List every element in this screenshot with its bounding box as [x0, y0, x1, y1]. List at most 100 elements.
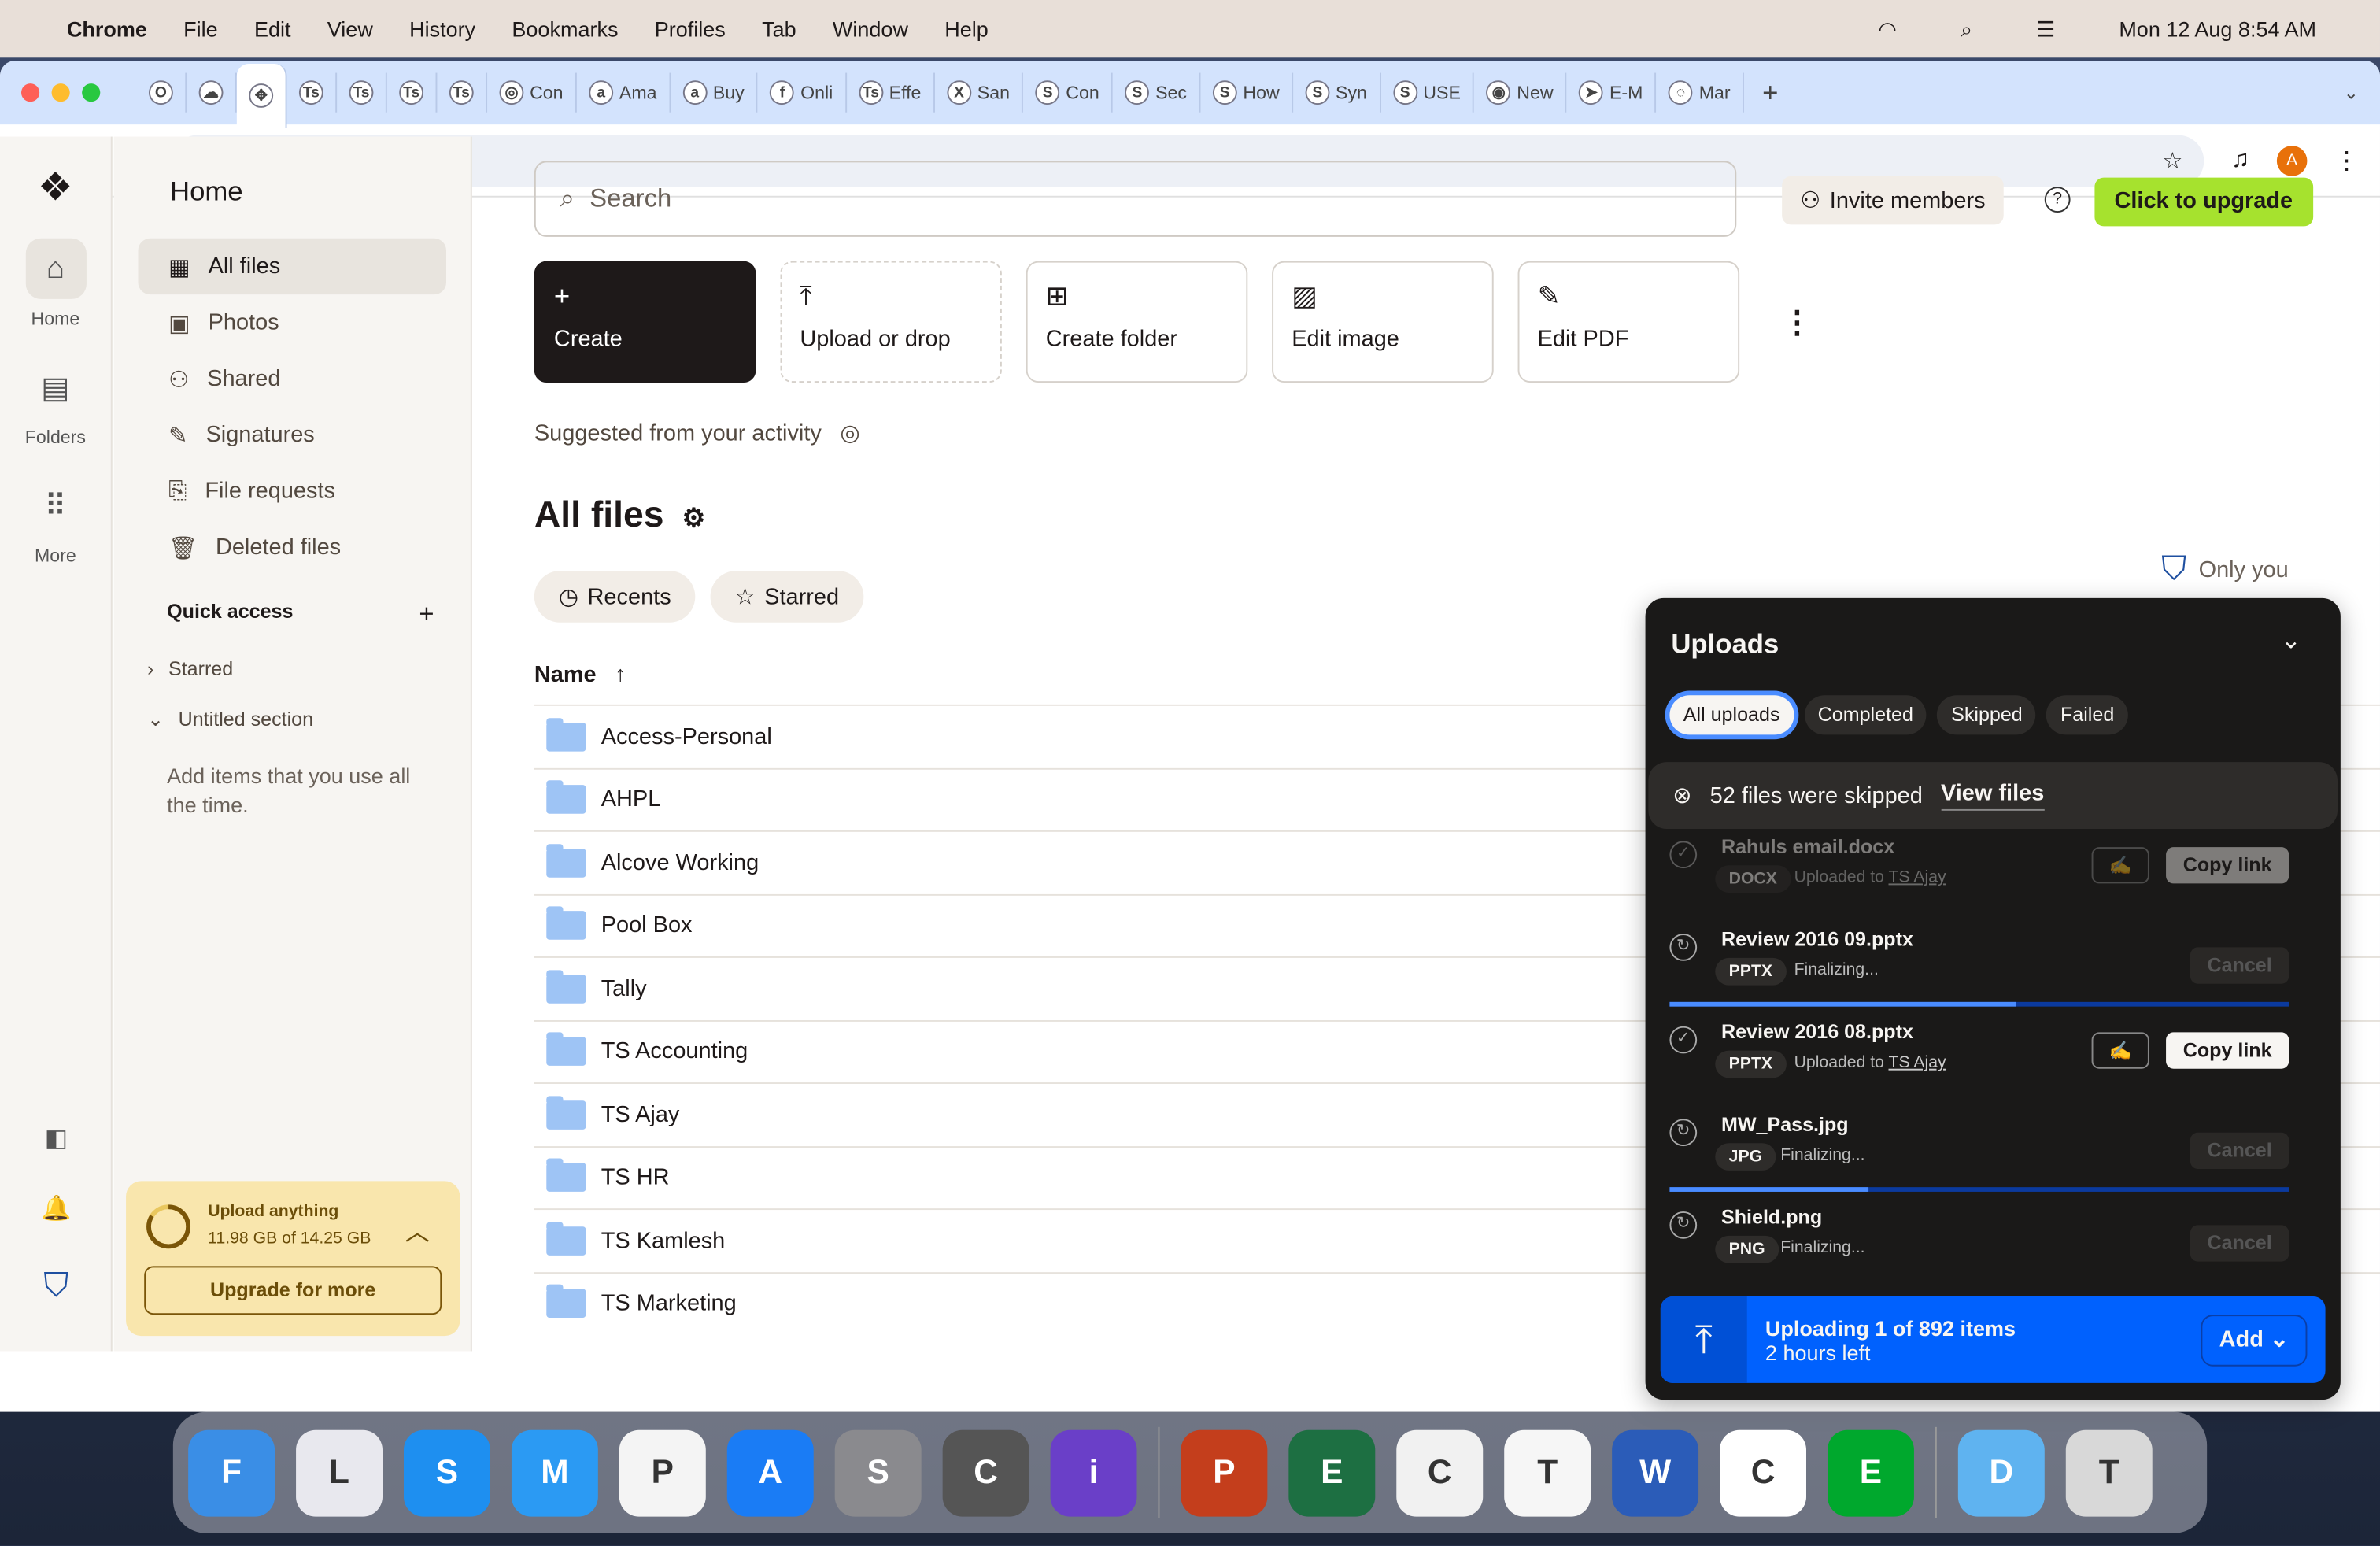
browser-tab[interactable]: S USE	[1380, 72, 1475, 113]
menu-tab[interactable]: Tab	[762, 17, 796, 41]
upload-or-drop-button[interactable]: ⤒ Upload or drop	[780, 261, 1002, 383]
help-icon[interactable]: ?	[2044, 187, 2071, 213]
browser-tab[interactable]: S Syn	[1293, 72, 1381, 113]
rail-item-folders[interactable]: ▤ Folders	[0, 357, 111, 448]
dock-imovie[interactable]: i	[1050, 1429, 1137, 1516]
click-to-upgrade-button[interactable]: Click to upgrade	[2094, 177, 2313, 227]
browser-tab[interactable]: f Onli	[758, 72, 847, 113]
control-center-icon[interactable]: ☰	[2036, 16, 2055, 42]
sidebar-item-signatures[interactable]: ✎ Signatures	[138, 407, 445, 463]
untitled-section[interactable]: ⌄ Untitled section	[147, 708, 471, 732]
browser-tab[interactable]: O	[137, 72, 187, 113]
file-name[interactable]: Access-Personal	[601, 723, 772, 749]
file-name[interactable]: TS Marketing	[601, 1291, 737, 1317]
close-window-button[interactable]	[20, 83, 40, 102]
menu-view[interactable]: View	[327, 17, 373, 41]
invite-members-button[interactable]: ⚇ Invite members	[1782, 176, 2004, 225]
file-name[interactable]: TS Accounting	[601, 1039, 748, 1065]
file-name[interactable]: Tally	[601, 976, 647, 1002]
search-icon[interactable]: ⌕	[1961, 16, 1972, 42]
sign-icon[interactable]: ✍	[2091, 847, 2149, 884]
collapse-panel-icon[interactable]: ⌄	[2281, 626, 2301, 656]
edit-image-button[interactable]: ▨ Edit image	[1272, 261, 1494, 383]
browser-tab[interactable]: S Con	[1023, 72, 1114, 113]
filter-all-uploads[interactable]: All uploads	[1669, 695, 1794, 735]
destination-link[interactable]: TS Ajay	[1889, 868, 1946, 886]
clock[interactable]: Mon 12 Aug 8:54 AM	[2119, 17, 2316, 41]
dock-launchpad[interactable]: L	[296, 1429, 382, 1516]
suggested-header[interactable]: Suggested from your activity ◎	[534, 419, 860, 446]
browser-tab[interactable]: Ts	[286, 72, 338, 113]
cancel-button[interactable]: Cancel	[2190, 947, 2289, 984]
dock-chatgpt[interactable]: C	[1720, 1429, 1806, 1516]
filter-failed[interactable]: Failed	[2046, 695, 2128, 735]
rail-item-home[interactable]: ⌂ Home	[0, 238, 111, 329]
browser-tab[interactable]: Ts	[387, 72, 438, 113]
browser-tab[interactable]: Ts	[337, 72, 387, 113]
browser-tab[interactable]: a Ama	[577, 72, 671, 113]
more-actions-icon[interactable]: ⋮	[1782, 304, 1813, 342]
menu-file[interactable]: File	[183, 17, 218, 41]
menu-edit[interactable]: Edit	[254, 17, 291, 41]
dock-photos[interactable]: P	[619, 1429, 706, 1516]
browser-tab[interactable]: a Buy	[671, 72, 759, 113]
team-logo-icon[interactable]: ⛉	[0, 1266, 113, 1305]
cancel-button[interactable]: Cancel	[2190, 1132, 2289, 1169]
recents-chip[interactable]: ◷ Recents	[534, 571, 696, 623]
edit-pdf-button[interactable]: ✎ Edit PDF	[1517, 261, 1740, 383]
name-column-header[interactable]: Name ↑	[534, 662, 626, 688]
tab-search-button[interactable]: ⌄	[2344, 82, 2359, 103]
sidebar-item-file-requests[interactable]: ⎘ File requests	[138, 463, 445, 519]
copy-link-button[interactable]: Copy link	[2166, 847, 2289, 884]
menu-app[interactable]: Chrome	[67, 17, 147, 41]
collapse-chevron-icon[interactable]: ︿	[405, 1211, 430, 1248]
browser-tab[interactable]: ◌ Mar	[1657, 72, 1744, 113]
dock-excel[interactable]: E	[1288, 1429, 1376, 1516]
dock-trash[interactable]: T	[2065, 1429, 2153, 1516]
menu-help[interactable]: Help	[944, 17, 989, 41]
minimize-window-button[interactable]	[51, 83, 70, 102]
sign-icon[interactable]: ✍	[2091, 1032, 2149, 1069]
sidebar-toggle-icon[interactable]: ◧	[0, 1123, 113, 1154]
upgrade-for-more-button[interactable]: Upgrade for more	[144, 1266, 442, 1315]
starred-section[interactable]: › Starred	[147, 657, 471, 680]
search-input[interactable]: ⌕ Search	[534, 161, 1737, 237]
dock-app-store[interactable]: A	[726, 1429, 814, 1516]
browser-tab[interactable]: S How	[1200, 72, 1294, 113]
add-quick-access-button[interactable]: +	[419, 600, 434, 631]
dock-safari[interactable]: S	[403, 1429, 490, 1516]
bell-icon[interactable]: 🔔	[0, 1193, 113, 1224]
menu-profiles[interactable]: Profiles	[655, 17, 726, 41]
dock-powerpoint[interactable]: P	[1181, 1429, 1268, 1516]
hide-eye-icon[interactable]: ◎	[840, 420, 859, 446]
rail-item-more[interactable]: ⠿ More	[0, 475, 111, 566]
browser-tab[interactable]: ☁	[187, 72, 237, 113]
browser-tab[interactable]: Ts Effe	[847, 72, 935, 113]
sidebar-item-deleted-files[interactable]: 🗑 Deleted files	[138, 520, 445, 575]
menu-window[interactable]: Window	[833, 17, 908, 41]
dock-mail[interactable]: M	[511, 1429, 598, 1516]
dock-chrome[interactable]: C	[1396, 1429, 1484, 1516]
file-name[interactable]: AHPL	[601, 786, 661, 812]
destination-link[interactable]: TS Ajay	[1889, 1053, 1946, 1071]
browser-tab[interactable]: S Sec	[1113, 72, 1201, 113]
dock-word[interactable]: W	[1612, 1429, 1699, 1516]
wifi-icon[interactable]: ◠	[1878, 16, 1897, 42]
filter-completed[interactable]: Completed	[1804, 695, 1927, 735]
dock-calculator[interactable]: C	[942, 1429, 1029, 1516]
dock-system-settings[interactable]: S	[834, 1429, 922, 1516]
menu-history[interactable]: History	[409, 17, 475, 41]
file-name[interactable]: Alcove Working	[601, 850, 759, 876]
sidebar-item-shared[interactable]: ⚇ Shared	[138, 350, 445, 406]
create-folder-button[interactable]: ⊞ Create folder	[1026, 261, 1248, 383]
sidebar-item-photos[interactable]: ▣ Photos	[138, 294, 445, 350]
browser-tab[interactable]: ◎ Con	[487, 72, 577, 113]
browser-tab[interactable]: ✥	[236, 63, 287, 128]
browser-tab[interactable]: Ts	[437, 72, 488, 113]
add-button[interactable]: Add ⌄	[2201, 1315, 2308, 1367]
filter-skipped[interactable]: Skipped	[1937, 695, 2037, 735]
settings-gear-icon[interactable]: ⚙	[682, 504, 705, 533]
maximize-window-button[interactable]	[82, 83, 101, 102]
file-name[interactable]: TS Ajay	[601, 1102, 680, 1128]
view-files-link[interactable]: View files	[1940, 780, 2045, 811]
